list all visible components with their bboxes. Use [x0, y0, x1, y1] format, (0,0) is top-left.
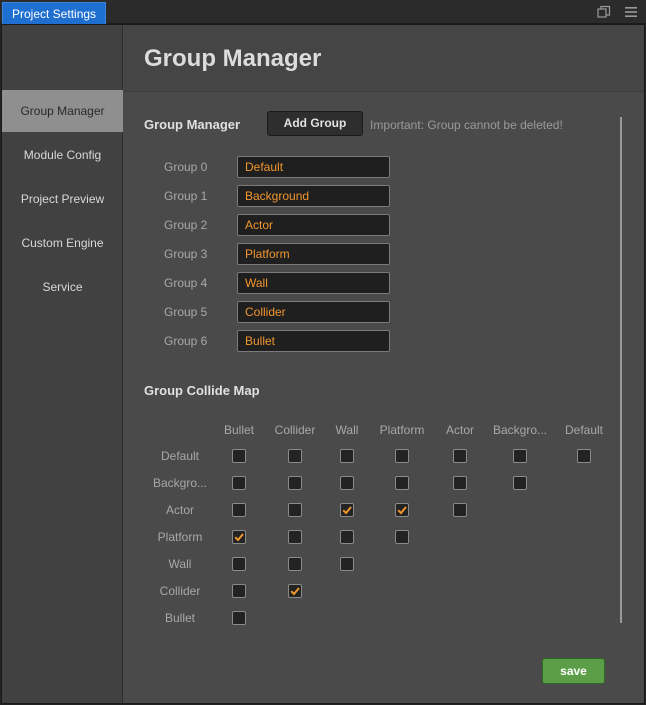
group-row: Group 1 Background [164, 185, 394, 207]
collide-checkbox-checked[interactable] [395, 503, 409, 517]
save-button[interactable]: save [542, 658, 605, 684]
collide-checkbox-checked[interactable] [232, 530, 246, 544]
collide-checkbox[interactable] [288, 476, 302, 490]
collide-column-header: Actor [445, 423, 474, 437]
collide-checkbox[interactable] [395, 449, 409, 463]
group-label: Group 3 [164, 247, 208, 261]
group-name-input[interactable]: Platform [237, 243, 390, 265]
collide-checkbox-checked[interactable] [340, 503, 354, 517]
title-bar: Project Settings [0, 0, 646, 24]
group-label: Group 2 [164, 218, 208, 232]
add-group-button[interactable]: Add Group [267, 111, 363, 136]
collide-row-header: Wall [168, 557, 192, 571]
collide-row-header: Bullet [164, 611, 196, 625]
collide-checkbox[interactable] [288, 449, 302, 463]
collide-checkbox[interactable] [340, 449, 354, 463]
main-panel: Group Manager Group Manager Add Group Im… [124, 25, 644, 703]
group-label: Group 5 [164, 305, 208, 319]
group-section-title: Group Manager [144, 117, 241, 132]
collide-column-header: Platform [379, 423, 425, 437]
group-row: Group 4 Wall [164, 272, 394, 294]
collide-checkbox[interactable] [232, 449, 246, 463]
collide-checkbox[interactable] [288, 530, 302, 544]
collide-checkbox[interactable] [453, 503, 467, 517]
scrollbar[interactable] [620, 117, 622, 623]
page-header: Group Manager [124, 25, 644, 92]
group-row: Group 5 Collider [164, 301, 394, 323]
collide-row-header: Collider [159, 584, 201, 598]
collide-checkbox[interactable] [577, 449, 591, 463]
collide-column-header: Backgro... [492, 423, 548, 437]
group-label: Group 4 [164, 276, 208, 290]
collide-checkbox[interactable] [395, 476, 409, 490]
sidebar-item-custom-engine[interactable]: Custom Engine [2, 222, 123, 264]
collide-checkbox[interactable] [453, 476, 467, 490]
collide-checkbox[interactable] [232, 557, 246, 571]
collide-row-header: Default [160, 449, 200, 463]
tab-project-settings[interactable]: Project Settings [2, 2, 106, 24]
collide-checkbox-checked[interactable] [288, 584, 302, 598]
collide-checkbox[interactable] [340, 530, 354, 544]
collide-checkbox[interactable] [232, 503, 246, 517]
group-label: Group 6 [164, 334, 208, 348]
sidebar-item-module-config[interactable]: Module Config [2, 134, 123, 176]
collide-row-header: Platform [157, 530, 203, 544]
collide-row-header: Actor [165, 503, 194, 517]
group-row: Group 3 Platform [164, 243, 394, 265]
collide-column-header: Default [564, 423, 604, 437]
collide-checkbox[interactable] [513, 449, 527, 463]
menu-icon[interactable] [624, 5, 638, 19]
page-title: Group Manager [144, 45, 322, 72]
group-name-input[interactable]: Default [237, 156, 390, 178]
group-name-input[interactable]: Collider [237, 301, 390, 323]
collide-checkbox[interactable] [288, 557, 302, 571]
collide-checkbox[interactable] [232, 611, 246, 625]
collide-checkbox[interactable] [340, 557, 354, 571]
sidebar: Group Manager Module Config Project Prev… [2, 25, 123, 703]
collide-checkbox[interactable] [232, 476, 246, 490]
group-name-input[interactable]: Wall [237, 272, 390, 294]
restore-window-icon[interactable] [597, 5, 611, 19]
group-row: Group 2 Actor [164, 214, 394, 236]
collide-checkbox[interactable] [340, 476, 354, 490]
group-row: Group 0 Default [164, 156, 394, 178]
group-name-input[interactable]: Background [237, 185, 390, 207]
collide-checkbox[interactable] [232, 584, 246, 598]
collide-checkbox[interactable] [513, 476, 527, 490]
group-name-input[interactable]: Actor [237, 214, 390, 236]
group-label: Group 0 [164, 160, 208, 174]
sidebar-item-service[interactable]: Service [2, 266, 123, 308]
group-row: Group 6 Bullet [164, 330, 394, 352]
sidebar-item-group-manager[interactable]: Group Manager [2, 90, 123, 132]
collide-checkbox[interactable] [288, 503, 302, 517]
settings-window: Group Manager Module Config Project Prev… [1, 24, 645, 704]
collide-row-header: Backgro... [152, 476, 208, 490]
group-notice: Important: Group cannot be deleted! [370, 118, 563, 132]
group-name-input[interactable]: Bullet [237, 330, 390, 352]
collide-section-title: Group Collide Map [144, 383, 260, 398]
collide-checkbox[interactable] [453, 449, 467, 463]
group-label: Group 1 [164, 189, 208, 203]
collide-checkbox[interactable] [395, 530, 409, 544]
collide-column-header: Bullet [223, 423, 255, 437]
sidebar-item-project-preview[interactable]: Project Preview [2, 178, 123, 220]
